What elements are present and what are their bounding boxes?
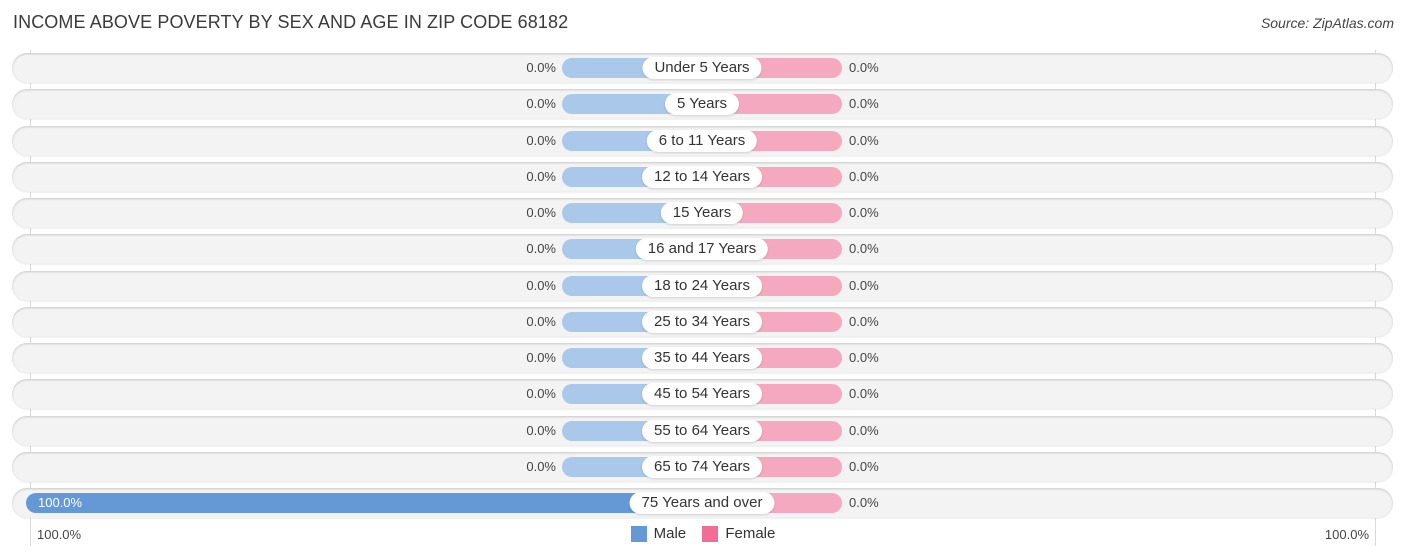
category-label: 35 to 44 Years bbox=[642, 347, 762, 369]
legend-swatch-male bbox=[630, 525, 647, 542]
category-label: 65 to 74 Years bbox=[642, 455, 762, 478]
value-label-female: 0.0% bbox=[849, 60, 879, 75]
legend-label-male: Male bbox=[653, 525, 687, 542]
value-label-female: 0.0% bbox=[849, 277, 879, 293]
value-label-male: 0.0% bbox=[526, 277, 556, 293]
legend-item-female[interactable]: Female bbox=[702, 525, 775, 542]
value-label-female: 0.0% bbox=[849, 241, 879, 257]
value-label-female: 0.0% bbox=[849, 96, 879, 112]
value-label-male: 0.0% bbox=[526, 386, 556, 402]
value-label-female: 0.0% bbox=[849, 495, 879, 510]
legend-item-male[interactable]: Male bbox=[630, 525, 687, 542]
value-label-male: 0.0% bbox=[526, 60, 556, 75]
category-label: 45 to 54 Years bbox=[642, 383, 762, 406]
value-label-female: 0.0% bbox=[849, 313, 879, 329]
category-label: 75 Years and over bbox=[629, 492, 775, 514]
category-label: 15 Years bbox=[660, 202, 744, 224]
category-label: 55 to 64 Years bbox=[642, 419, 762, 442]
value-label-female: 0.0% bbox=[849, 422, 879, 438]
category-label: 16 and 17 Years bbox=[635, 238, 769, 261]
value-label-female: 0.0% bbox=[849, 458, 879, 474]
value-label-male: 0.0% bbox=[526, 313, 556, 329]
value-label-male: 0.0% bbox=[526, 96, 556, 112]
legend-label-female: Female bbox=[725, 525, 776, 542]
category-label: 18 to 24 Years bbox=[642, 274, 762, 297]
value-label-male: 100.0% bbox=[38, 495, 83, 510]
value-label-female: 0.0% bbox=[849, 386, 879, 402]
value-label-male: 0.0% bbox=[526, 132, 556, 148]
category-label: 6 to 11 Years bbox=[646, 129, 758, 152]
value-label-male: 0.0% bbox=[526, 458, 556, 474]
value-label-male: 0.0% bbox=[526, 168, 556, 184]
legend: Male Female bbox=[0, 525, 1406, 546]
chart-area: Under 5 Years 0.0% 0.0% 5 Years 0.0% 0.0% 6 to… bbox=[0, 0, 1406, 559]
category-label: 5 Years bbox=[664, 93, 740, 116]
category-label: 25 to 34 Years bbox=[642, 310, 762, 333]
category-label: 12 to 14 Years bbox=[642, 165, 762, 188]
legend-swatch-female bbox=[702, 525, 719, 542]
value-label-male: 0.0% bbox=[526, 350, 556, 365]
value-label-male: 0.0% bbox=[526, 422, 556, 438]
category-label: Under 5 Years bbox=[642, 57, 762, 79]
value-label-female: 0.0% bbox=[849, 350, 879, 365]
value-label-female: 0.0% bbox=[849, 132, 879, 148]
value-label-male: 0.0% bbox=[526, 205, 556, 220]
value-label-female: 0.0% bbox=[849, 205, 879, 220]
value-label-female: 0.0% bbox=[849, 168, 879, 184]
bar-male bbox=[26, 493, 712, 513]
value-label-male: 0.0% bbox=[526, 241, 556, 257]
